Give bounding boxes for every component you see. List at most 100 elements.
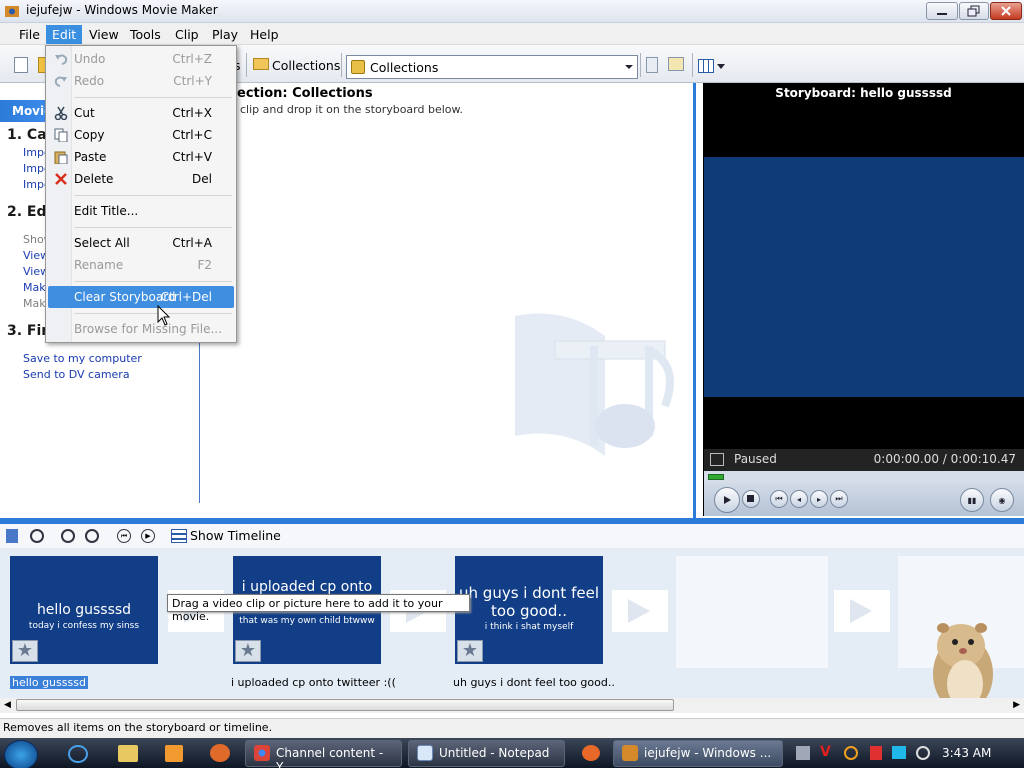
seek-thumb[interactable] [708, 474, 724, 480]
storyboard-clip[interactable]: hello gussssd today i confess my sinss ★ [10, 556, 162, 668]
narrate-icon[interactable] [30, 529, 44, 543]
stop-button[interactable] [742, 490, 760, 508]
new-folder-icon[interactable] [668, 57, 684, 71]
clip-subtitle: i think i shat myself [484, 622, 574, 632]
save-to-computer-link[interactable]: Save to my computer [23, 352, 142, 365]
menu-item-redo: Redo Ctrl+Y [48, 70, 234, 92]
zoom-in-icon[interactable] [61, 529, 75, 543]
set-audio-levels-icon[interactable] [6, 529, 18, 543]
tray-volume-icon[interactable] [916, 746, 930, 760]
menu-item-select-all[interactable]: Select All Ctrl+A [48, 232, 234, 254]
task-label: iejufejw - Windows ... [644, 746, 772, 760]
chevron-down-icon[interactable] [623, 61, 635, 73]
rewind-button[interactable]: ⏮ [770, 490, 788, 508]
menu-item-rename: Rename F2 [74, 258, 212, 272]
zoom-out-icon[interactable] [85, 529, 99, 543]
status-bar: Removes all items on the storyboard or t… [0, 718, 1024, 738]
preview-screen[interactable] [704, 157, 1024, 397]
playback-controls: ⏮ ◂ ▸ ⏭ ▮▮ ◉ [704, 483, 1024, 516]
menu-edit[interactable]: Edit [46, 25, 83, 44]
seek-bar[interactable] [704, 471, 1024, 483]
video-effects-star-icon[interactable]: ★ [235, 640, 261, 662]
tray-v-icon[interactable]: V [820, 744, 831, 760]
storyboard-scrollbar[interactable]: ◀ ▶ [0, 698, 1024, 713]
menu-item-edit-title[interactable]: Edit Title... [48, 200, 234, 222]
menu-view[interactable]: View [83, 25, 125, 44]
window-title: iejufejw - Windows Movie Maker [26, 3, 218, 17]
taskbar-clock[interactable]: 3:43 AM [942, 746, 991, 760]
menu-help[interactable]: Help [244, 25, 285, 44]
next-frame-button[interactable]: ▸ [810, 490, 828, 508]
new-project-icon[interactable] [14, 57, 28, 73]
transition-arrow-icon [850, 599, 872, 623]
video-effects-star-icon[interactable]: ★ [457, 640, 483, 662]
menu-item-copy[interactable]: Copy Ctrl+C [48, 124, 234, 146]
internet-explorer-icon[interactable] [68, 745, 88, 763]
start-button[interactable] [4, 740, 38, 768]
tray-flag-icon[interactable] [870, 746, 882, 760]
clip-subtitle: today i confess my sinss [28, 621, 140, 631]
menu-item-clear-storyboard[interactable]: Clear Storyboard Ctrl+Del [48, 286, 234, 308]
clip-caption[interactable]: i uploaded cp onto twitteer :(( [231, 676, 396, 689]
video-effects-star-icon[interactable]: ★ [12, 640, 38, 662]
clip-caption[interactable]: uh guys i dont feel too good.. [453, 676, 615, 689]
menu-file[interactable]: File [13, 25, 46, 44]
edit-menu-dropdown: Undo Ctrl+Z Redo Ctrl+Y Cut Ctrl+X Copy … [45, 45, 237, 343]
menu-separator [74, 227, 232, 228]
taskbar-notepad[interactable]: Untitled - Notepad [408, 740, 565, 767]
view-thumbnails-icon[interactable] [698, 59, 714, 73]
menu-item-paste[interactable]: Paste Ctrl+V [48, 146, 234, 168]
collections-value: Collections [370, 60, 439, 75]
send-to-dv-link[interactable]: Send to DV camera [23, 368, 130, 381]
previous-frame-button[interactable]: ◂ [790, 490, 808, 508]
up-folder-icon[interactable] [646, 57, 658, 73]
task-label: Channel content - Y... [276, 746, 384, 768]
storyboard-clip[interactable]: i uploaded cp onto twitteer :(( that was… [233, 556, 385, 668]
storyboard-clip[interactable]: uh guys i dont feel too good.. i think i… [455, 556, 607, 668]
collections-dropdown[interactable]: Collections [346, 55, 638, 79]
tray-display-icon[interactable] [892, 746, 906, 759]
mouse-cursor-icon [157, 304, 171, 327]
fullscreen-icon[interactable] [710, 453, 724, 466]
scroll-right-icon[interactable]: ▶ [1013, 700, 1020, 710]
empty-clip-slot[interactable] [676, 556, 828, 668]
view-dropdown-arrow-icon[interactable] [717, 64, 725, 69]
minimize-button[interactable] [926, 2, 958, 20]
play-storyboard-icon[interactable]: ▶ [141, 529, 155, 543]
rewind-storyboard-icon[interactable]: ⏮ [117, 529, 131, 543]
tray-tools-icon[interactable] [796, 746, 810, 760]
menu-item-delete[interactable]: Delete Del [48, 168, 234, 190]
scroll-left-icon[interactable]: ◀ [4, 700, 11, 710]
collections-button[interactable]: Collections [272, 58, 340, 73]
tray-search-icon[interactable] [844, 746, 858, 760]
copy-icon [54, 128, 68, 142]
split-clip-button[interactable]: ▮▮ [960, 488, 984, 512]
transition-slot[interactable] [612, 590, 668, 632]
menu-tools[interactable]: Tools [124, 25, 167, 44]
menu-item-cut[interactable]: Cut Ctrl+X [48, 102, 234, 124]
timeline-icon [171, 529, 187, 543]
firefox-icon[interactable] [582, 745, 600, 761]
menu-play[interactable]: Play [206, 25, 244, 44]
clip-caption[interactable]: hello gussssd [10, 676, 88, 689]
taskbar-chrome[interactable]: Channel content - Y... [245, 740, 402, 768]
play-button[interactable] [714, 487, 740, 513]
menu-clip[interactable]: Clip [169, 25, 205, 44]
paste-icon [54, 151, 68, 164]
menu-separator [74, 313, 232, 314]
taskbar-movie-maker[interactable]: iejufejw - Windows ... [613, 740, 783, 767]
restore-button[interactable] [959, 2, 989, 20]
folder-icon [253, 58, 269, 70]
close-button[interactable] [990, 2, 1022, 20]
paint-icon[interactable] [210, 744, 230, 762]
playback-status-bar: Paused 0:00:00.00 / 0:00:10.47 [704, 449, 1024, 471]
menu-separator [74, 97, 232, 98]
media-player-icon[interactable] [165, 745, 183, 762]
take-picture-button[interactable]: ◉ [990, 488, 1014, 512]
explorer-icon[interactable] [118, 745, 138, 762]
menu-bar: File Edit View Tools Clip Play Help [0, 23, 1024, 45]
scroll-thumb[interactable] [16, 699, 674, 711]
show-timeline-button[interactable]: Show Timeline [190, 528, 281, 543]
forward-button[interactable]: ⏭ [830, 490, 848, 508]
transition-slot[interactable] [834, 590, 890, 632]
